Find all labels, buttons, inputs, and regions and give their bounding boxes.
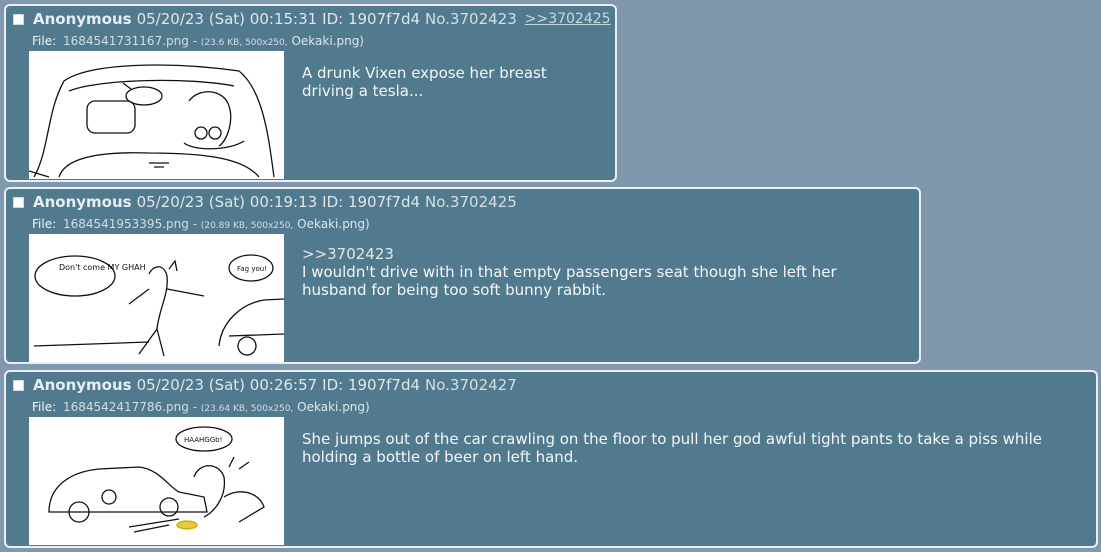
post-date: 05/20/23 (Sat) 00:19:13: [136, 193, 318, 211]
post-message: A drunk Vixen expose her breast driving …: [302, 64, 547, 100]
thumb-speech-text-2: Fag you!: [237, 265, 267, 273]
poster-name: Anonymous: [33, 10, 132, 28]
post-number-link[interactable]: No.3702423: [425, 10, 517, 28]
message-line: I wouldn't drive with in that empty pass…: [302, 263, 837, 281]
file-separator: -: [192, 400, 198, 414]
message-line: driving a tesla...: [302, 82, 424, 100]
post-select-checkbox[interactable]: [13, 379, 24, 391]
file-info: File: 1684542417786.png - (23.64 KB, 500…: [32, 400, 370, 414]
post-thumbnail[interactable]: Don't come MY GHAH Fag you!: [29, 234, 284, 362]
file-label: File:: [32, 34, 57, 48]
file-name-link[interactable]: 1684541731167.png: [63, 34, 189, 48]
file-source-link[interactable]: Oekaki.png): [297, 217, 370, 231]
message-line: A drunk Vixen expose her breast: [302, 64, 547, 82]
file-separator: -: [192, 217, 198, 231]
message-line: husband for being too soft bunny rabbit.: [302, 281, 607, 299]
post-select-checkbox[interactable]: [13, 196, 24, 208]
file-separator: -: [192, 34, 198, 48]
message-line: She jumps out of the car crawling on the…: [302, 430, 1042, 448]
post-thumbnail[interactable]: HAAHGGb!: [29, 417, 284, 545]
post-thumbnail[interactable]: [29, 51, 284, 179]
post-message: She jumps out of the car crawling on the…: [302, 430, 1042, 466]
post-header: Anonymous 05/20/23 (Sat) 00:15:31 ID: 19…: [13, 10, 611, 28]
file-label: File:: [32, 217, 57, 231]
post-header: Anonymous 05/20/23 (Sat) 00:26:57 ID: 19…: [13, 376, 525, 394]
post-3702423: Anonymous 05/20/23 (Sat) 00:15:31 ID: 19…: [4, 4, 617, 182]
post-date: 05/20/23 (Sat) 00:15:31: [136, 10, 318, 28]
file-meta: (23.64 KB, 500x250,: [200, 404, 294, 414]
poster-id: ID: 1907f7d4: [322, 193, 421, 211]
file-meta: (23.6 KB, 500x250,: [200, 38, 288, 48]
post-select-checkbox[interactable]: [13, 13, 24, 25]
poster-id: ID: 1907f7d4: [322, 10, 421, 28]
poster-name: Anonymous: [33, 376, 132, 394]
post-number-link[interactable]: No.3702427: [425, 376, 517, 394]
post-date: 05/20/23 (Sat) 00:26:57: [136, 376, 318, 394]
file-source-link[interactable]: Oekaki.png): [291, 34, 364, 48]
post-3702425: Anonymous 05/20/23 (Sat) 00:19:13 ID: 19…: [4, 187, 921, 364]
thumb-speech-text: HAAHGGb!: [184, 436, 222, 444]
post-number-link[interactable]: No.3702425: [425, 193, 517, 211]
post-3702427: Anonymous 05/20/23 (Sat) 00:26:57 ID: 19…: [4, 370, 1098, 548]
poster-name: Anonymous: [33, 193, 132, 211]
poster-id: ID: 1907f7d4: [322, 376, 421, 394]
reply-backlink[interactable]: >>3702425: [525, 11, 611, 27]
message-line: holding a bottle of beer on left hand.: [302, 448, 579, 466]
thumb-speech-text: Don't come MY GHAH: [59, 263, 146, 272]
file-name-link[interactable]: 1684542417786.png: [63, 400, 189, 414]
file-name-link[interactable]: 1684541953395.png: [63, 217, 189, 231]
message-quote[interactable]: >>3702423: [302, 245, 837, 263]
file-source-link[interactable]: Oekaki.png): [297, 400, 370, 414]
post-message: >>3702423 I wouldn't drive with in that …: [302, 245, 837, 299]
file-info: File: 1684541953395.png - (20.89 KB, 500…: [32, 217, 370, 231]
file-info: File: 1684541731167.png - (23.6 KB, 500x…: [32, 34, 364, 48]
file-meta: (20.89 KB, 500x250,: [200, 221, 294, 231]
file-label: File:: [32, 400, 57, 414]
post-header: Anonymous 05/20/23 (Sat) 00:19:13 ID: 19…: [13, 193, 525, 211]
